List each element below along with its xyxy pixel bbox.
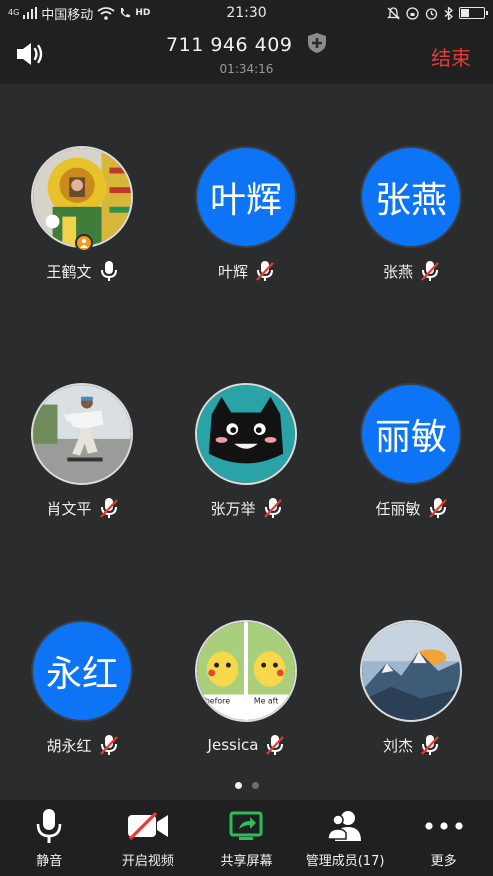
microphone-muted-icon [421,735,439,755]
participant-tile[interactable]: 永红 胡永红 [0,620,164,756]
mute-label: 静音 [36,854,63,869]
status-right [295,6,488,20]
more-dots-icon [425,822,463,830]
video-off-icon [127,811,168,841]
participant-name-row: 刘杰 [329,734,493,756]
manage-members-button[interactable]: 管理成员(17) [296,800,395,876]
more-button[interactable]: 更多 [394,800,493,876]
network-type-icon: 4G [8,8,20,17]
avatar-text: 叶辉 [209,180,282,221]
pikachu-after-label: Me aft [254,696,279,705]
participant-tile[interactable]: 王鹤文 [0,146,164,282]
participant-name: 张燕 [382,262,413,281]
microphone-muted-icon [256,261,274,281]
microphone-muted-icon [263,498,282,518]
page-dot[interactable] [251,782,259,789]
pikachu-before-label: before [205,696,230,705]
share-screen-icon [229,811,263,840]
participant-name-row: 胡永红 [0,734,164,756]
participant-tile[interactable]: 肖文平 [0,383,164,519]
mountain-sunset-photo [362,622,460,720]
pikachu-before-after: before Me aft [197,622,295,720]
participant-avatar: 张燕 [360,146,462,248]
participant-name: 刘杰 [382,736,413,755]
page-indicator[interactable] [0,782,493,789]
participant-tile[interactable]: 刘杰 [329,620,493,756]
participant-avatar [360,620,462,722]
participant-name: 肖文平 [46,499,92,518]
alarm-icon [425,7,438,20]
microphone-icon [100,261,117,281]
participant-tile[interactable]: before Me aft Jessica [164,620,328,756]
shield-icon[interactable] [307,32,327,54]
lion-costume-photo [33,148,131,246]
participant-avatar [195,383,297,485]
participant-avatar: 永红 [31,620,133,722]
participant-name: 叶辉 [217,262,248,281]
meeting-header: 711 946 409 01:34:16 结束 [0,26,493,84]
participant-tile[interactable]: 丽敏 任丽敏 [329,383,493,519]
microphone-muted-icon [99,735,118,755]
page-dot-active[interactable] [234,782,242,789]
participant-name: 任丽敏 [375,499,421,518]
participant-name: 张万举 [210,499,256,518]
meeting-id-text: 711 946 409 [166,34,293,56]
participant-name-row: 张燕 [329,260,493,282]
skateboarder-photo [33,385,131,483]
more-label: 更多 [430,854,457,869]
mute-notification-icon [387,6,400,19]
avatar-text: 丽敏 [374,417,447,458]
host-badge-icon [75,234,93,252]
microphone-muted-icon [99,498,118,518]
participant-tile[interactable]: 叶辉 叶辉 [164,146,328,282]
participant-tile[interactable]: 张万举 [164,383,328,519]
microphone-muted-icon [428,498,447,518]
phone-hd-icon [121,8,131,18]
lock-rotation-icon [406,6,419,20]
participant-avatar [31,383,133,485]
members-icon [327,811,362,841]
participant-avatar: 叶辉 [195,146,297,248]
microphone-muted-icon [421,261,439,281]
participant-avatar: before Me aft [195,620,297,722]
hd-label: HD [135,8,151,18]
meeting-id: 711 946 409 [0,32,493,56]
avatar-text: 永红 [45,654,118,695]
microphone-muted-icon [266,735,285,755]
participant-name-row: Jessica [164,734,328,756]
participant-name: 胡永红 [46,736,92,755]
start-video-button[interactable]: 开启视频 [99,800,198,876]
black-cat-cartoon [197,385,295,483]
mute-button[interactable]: 静音 [0,800,99,876]
status-left: 4G 中国移动 HD [8,4,198,23]
participant-tile[interactable]: 张燕 张燕 [329,146,493,282]
bottom-toolbar: 静音 开启视频 共享屏幕 管理成员(17) 更多 [0,800,493,876]
meeting-duration: 01:34:16 [219,62,274,76]
status-bar: 4G 中国移动 HD 21:30 [0,0,493,26]
participant-name-row: 肖文平 [0,497,164,519]
manage-members-label: 管理成员(17) [305,854,385,869]
participant-name: Jessica [207,736,259,754]
avatar-text: 张燕 [374,180,447,221]
battery-icon [459,7,488,19]
share-screen-button[interactable]: 共享屏幕 [197,800,296,876]
signal-icon [23,7,38,19]
participant-avatar [31,146,133,252]
participant-name-row: 任丽敏 [329,497,493,519]
status-time: 21:30 [226,5,267,21]
wifi-icon [97,6,115,20]
end-meeting-button[interactable]: 结束 [431,42,471,71]
microphone-icon [36,809,62,843]
participant-name-row: 叶辉 [164,260,328,282]
share-screen-label: 共享屏幕 [220,854,273,869]
bluetooth-icon [444,6,453,20]
start-video-label: 开启视频 [121,854,174,869]
participant-name-row: 张万举 [164,497,328,519]
participant-name: 王鹤文 [46,262,92,281]
participant-avatar: 丽敏 [360,383,462,485]
participant-grid: 王鹤文 叶辉 叶辉 张燕 张燕 肖文平 张万举 丽敏 任丽敏 永红 胡永红 be… [0,84,493,800]
carrier-name: 中国移动 [41,7,94,23]
participant-name-row: 王鹤文 [0,260,164,282]
